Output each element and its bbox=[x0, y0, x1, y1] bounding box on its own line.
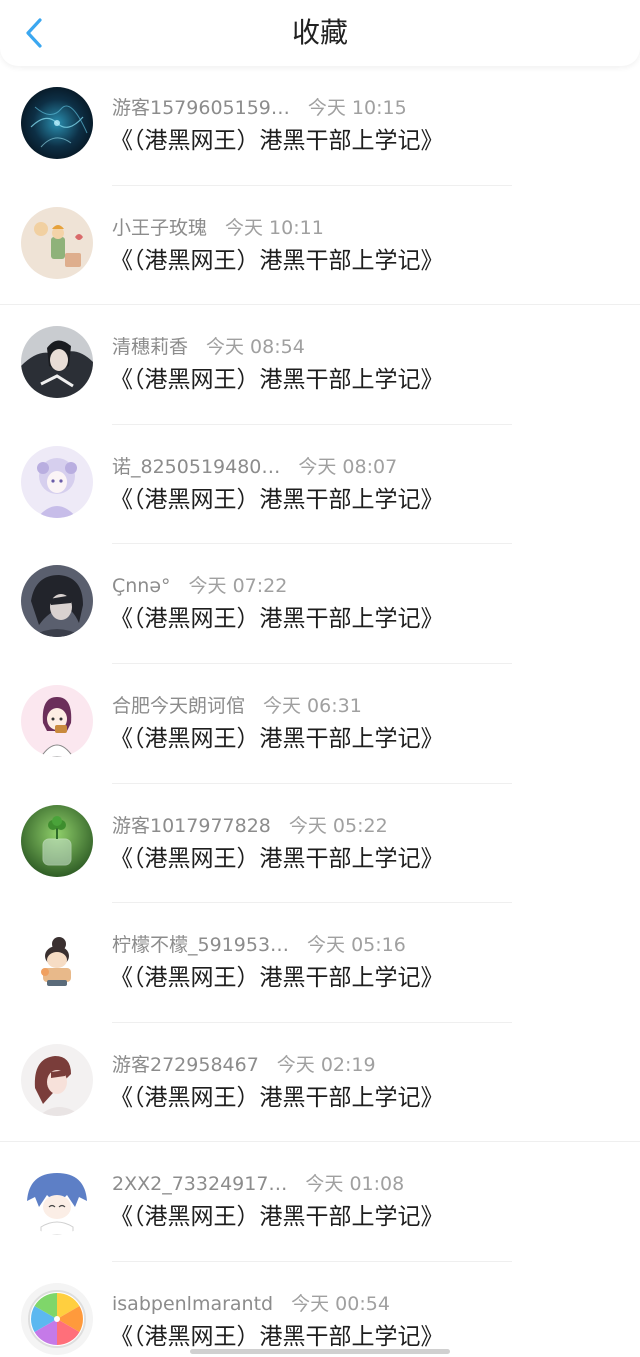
home-indicator[interactable] bbox=[190, 1349, 450, 1354]
redhair-girl-avatar-icon bbox=[21, 1043, 93, 1116]
list-item[interactable]: 清穗莉香 今天 08:54 《（港黑网王）港黑干部上学记》 bbox=[0, 305, 640, 425]
avatar[interactable] bbox=[21, 87, 93, 159]
timestamp: 今天 02:19 bbox=[276, 1053, 376, 1076]
avatar[interactable] bbox=[21, 1043, 93, 1116]
book-title[interactable]: 《（港黑网王）港黑干部上学记》 bbox=[110, 124, 444, 158]
list-item[interactable]: isabpenlmarantd 今天 00:54 《（港黑网王）港黑干部上学记》 bbox=[0, 1262, 640, 1357]
list-item[interactable]: 2XX2_73324917… 今天 01:08 《（港黑网王）港黑干部上学记》 bbox=[0, 1142, 640, 1262]
avatar[interactable] bbox=[21, 1282, 93, 1355]
citrus-avatar-icon bbox=[21, 1282, 93, 1355]
plant-jar-avatar-icon bbox=[21, 804, 93, 877]
item-meta: 小王子玫瑰 今天 10:11 bbox=[112, 214, 324, 242]
book-title[interactable]: 《（港黑网王）港黑干部上学记》 bbox=[110, 244, 444, 278]
item-meta: 诺_8250519480… 今天 08:07 bbox=[112, 453, 397, 481]
book-title[interactable]: 《（港黑网王）港黑干部上学记》 bbox=[110, 722, 444, 756]
item-meta: 合肥今天朗诃倌 今天 06:31 bbox=[112, 692, 362, 720]
little-prince-avatar-icon bbox=[21, 206, 93, 279]
item-meta: 游客272958467 今天 02:19 bbox=[112, 1051, 376, 1079]
book-title[interactable]: 《（港黑网王）港黑干部上学记》 bbox=[110, 1081, 444, 1115]
anime-boy-avatar-icon bbox=[21, 326, 93, 399]
timestamp: 今天 08:54 bbox=[206, 336, 305, 359]
list-item[interactable]: 合肥今天朗诃倌 今天 06:31 《（港黑网王）港黑干部上学记》 bbox=[0, 664, 640, 784]
timestamp: 今天 01:08 bbox=[305, 1173, 405, 1196]
timestamp: 今天 10:11 bbox=[225, 216, 324, 239]
list-item[interactable]: 小王子玫瑰 今天 10:11 《（港黑网王）港黑干部上学记》 bbox=[0, 186, 640, 306]
timestamp: 今天 08:07 bbox=[298, 455, 398, 478]
timestamp: 今天 07:22 bbox=[188, 575, 288, 598]
user-name[interactable]: 2XX2_73324917… bbox=[112, 1170, 287, 1198]
blue-hair-avatar-icon bbox=[21, 1163, 93, 1236]
list-item[interactable]: Çnnə° 今天 07:22 《（港黑网王）港黑干部上学记》 bbox=[0, 544, 640, 664]
header-bar: 收藏 bbox=[0, 0, 640, 66]
galaxy-avatar-icon bbox=[21, 87, 93, 159]
avatar[interactable] bbox=[21, 804, 93, 877]
item-meta: Çnnə° 今天 07:22 bbox=[112, 572, 287, 600]
dark-hair-avatar-icon bbox=[21, 565, 93, 638]
page-title: 收藏 bbox=[291, 16, 348, 49]
list-item[interactable]: 诺_8250519480… 今天 08:07 《（港黑网王）港黑干部上学记》 bbox=[0, 425, 640, 545]
book-title[interactable]: 《（港黑网王）港黑干部上学记》 bbox=[110, 1200, 444, 1234]
chibi-avatar-icon bbox=[21, 924, 93, 997]
item-meta: 清穗莉香 今天 08:54 bbox=[112, 333, 305, 361]
list-item[interactable]: 游客272958467 今天 02:19 《（港黑网王）港黑干部上学记》 bbox=[0, 1023, 640, 1143]
user-name[interactable]: 合肥今天朗诃倌 bbox=[112, 692, 245, 720]
user-name[interactable]: 清穗莉香 bbox=[112, 333, 188, 361]
timestamp: 今天 05:16 bbox=[307, 934, 406, 957]
avatar[interactable] bbox=[21, 924, 93, 997]
item-meta: isabpenlmarantd 今天 00:54 bbox=[112, 1290, 390, 1318]
cartoon-girl-avatar-icon bbox=[21, 684, 93, 757]
list-item[interactable]: 柠檬不檬_591953… 今天 05:16 《（港黑网王）港黑干部上学记》 bbox=[0, 903, 640, 1023]
user-name[interactable]: 诺_8250519480… bbox=[112, 453, 280, 481]
book-title[interactable]: 《（港黑网王）港黑干部上学记》 bbox=[110, 842, 444, 876]
avatar[interactable] bbox=[21, 445, 93, 518]
item-meta: 2XX2_73324917… 今天 01:08 bbox=[112, 1170, 404, 1198]
avatar[interactable] bbox=[21, 684, 93, 757]
item-meta: 游客1579605159… 今天 10:15 bbox=[112, 94, 407, 122]
favorites-list: 游客1579605159… 今天 10:15 《（港黑网王）港黑干部上学记》 小王 bbox=[0, 66, 640, 1357]
book-title[interactable]: 《（港黑网王）港黑干部上学记》 bbox=[110, 363, 444, 397]
timestamp: 今天 05:22 bbox=[288, 814, 388, 837]
user-name[interactable]: 游客272958467 bbox=[112, 1051, 259, 1079]
item-meta: 柠檬不檬_591953… 今天 05:16 bbox=[112, 931, 406, 959]
user-name[interactable]: 小王子玫瑰 bbox=[112, 214, 207, 242]
lilac-girl-avatar-icon bbox=[21, 445, 93, 518]
user-name[interactable]: Çnnə° bbox=[112, 572, 171, 600]
user-name[interactable]: 柠檬不檬_591953… bbox=[112, 931, 289, 959]
book-title[interactable]: 《（港黑网王）港黑干部上学记》 bbox=[110, 961, 444, 995]
user-name[interactable]: isabpenlmarantd bbox=[112, 1290, 273, 1318]
book-title[interactable]: 《（港黑网王）港黑干部上学记》 bbox=[110, 483, 444, 517]
avatar[interactable] bbox=[21, 565, 93, 638]
user-name[interactable]: 游客1017977828 bbox=[112, 812, 271, 840]
timestamp: 今天 10:15 bbox=[307, 97, 407, 119]
item-meta: 游客1017977828 今天 05:22 bbox=[112, 812, 388, 840]
avatar[interactable] bbox=[21, 326, 93, 399]
user-name[interactable]: 游客1579605159… bbox=[112, 94, 290, 122]
list-item[interactable]: 游客1579605159… 今天 10:15 《（港黑网王）港黑干部上学记》 bbox=[0, 66, 640, 186]
app-screen: 收藏 游客1579605159… 今天 10:15 《（港黑网王）港黑干部上学记》 bbox=[0, 0, 640, 1357]
list-item[interactable]: 游客1017977828 今天 05:22 《（港黑网王）港黑干部上学记》 bbox=[0, 784, 640, 904]
avatar[interactable] bbox=[21, 1163, 93, 1236]
timestamp: 今天 00:54 bbox=[291, 1292, 390, 1315]
avatar[interactable] bbox=[21, 206, 93, 279]
book-title[interactable]: 《（港黑网王）港黑干部上学记》 bbox=[110, 602, 444, 636]
timestamp: 今天 06:31 bbox=[263, 694, 362, 717]
